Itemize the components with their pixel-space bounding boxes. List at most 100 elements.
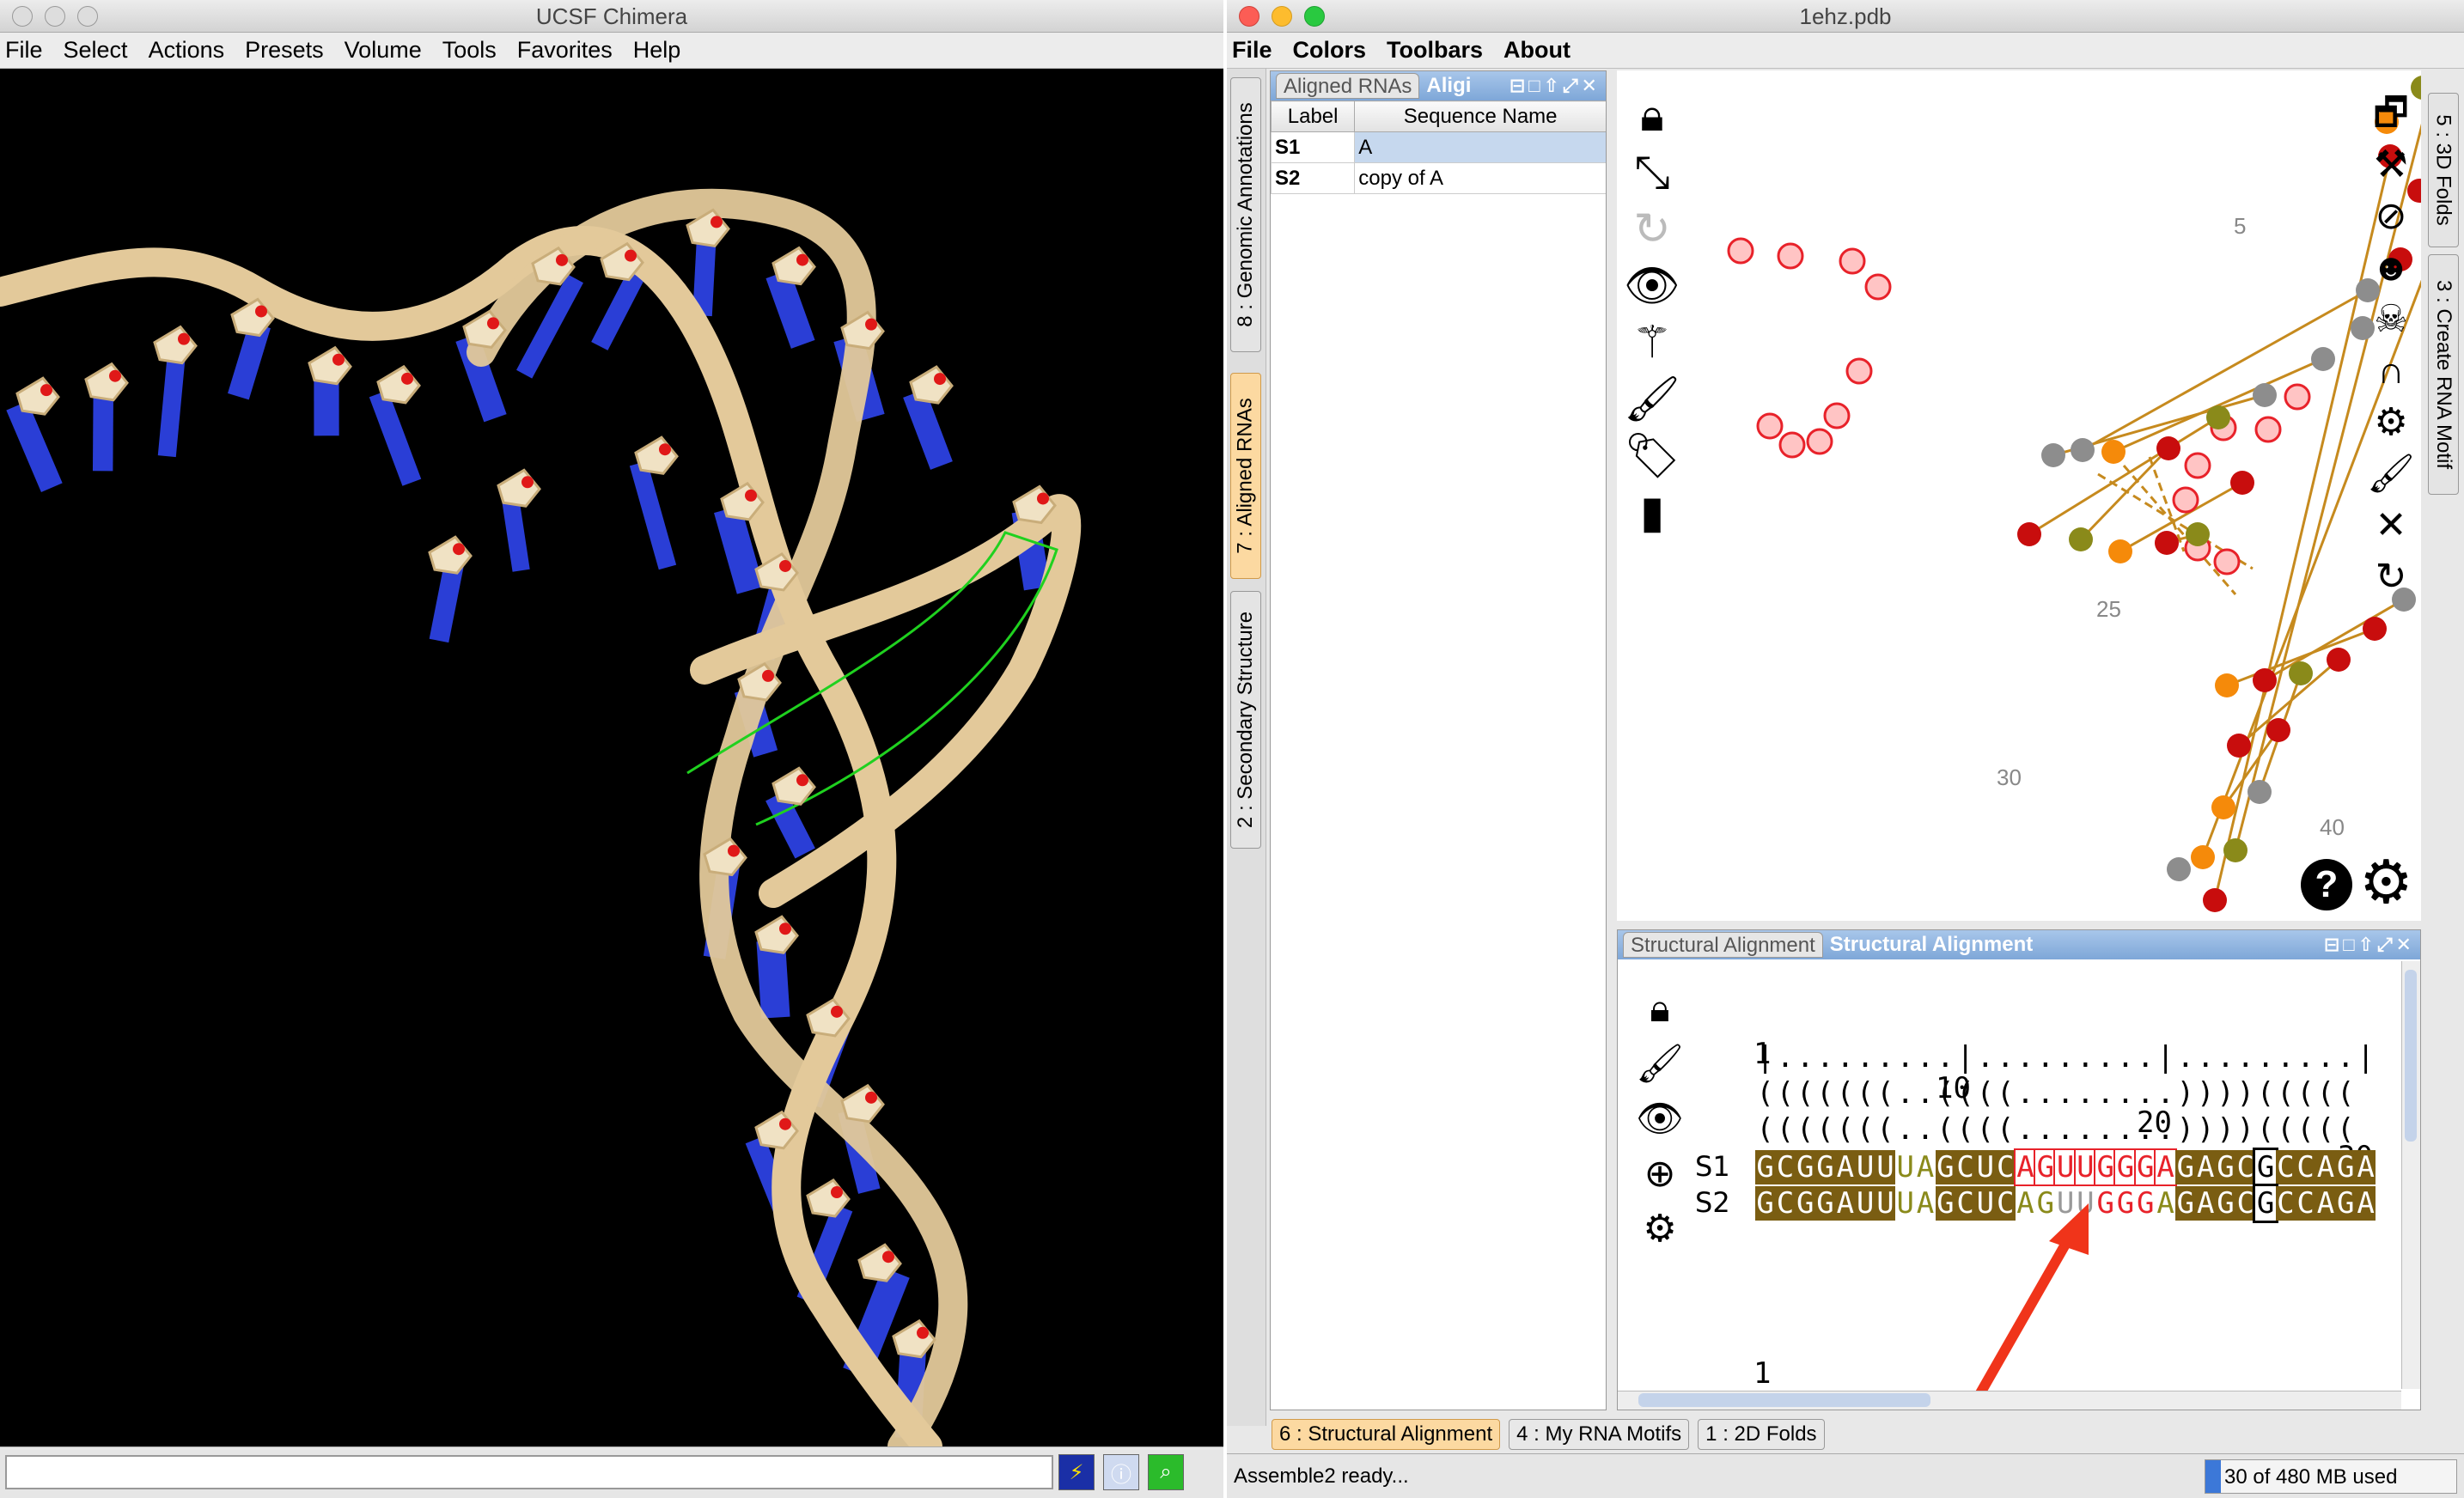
residue-node[interactable] — [2206, 405, 2230, 429]
alignment-cell[interactable]: ( — [1955, 1076, 1975, 1111]
alignment-cell[interactable]: . — [1835, 1040, 1855, 1075]
collapse-icon[interactable]: ✕ — [2361, 500, 2421, 551]
alignment-cell[interactable]: ( — [2255, 1076, 2275, 1111]
alignment-cell[interactable]: . — [1915, 1076, 1935, 1111]
alignment-cell[interactable]: . — [2136, 1076, 2156, 1111]
alignment-cell[interactable]: G — [1795, 1186, 1815, 1221]
alignment-cell[interactable]: C — [1955, 1150, 1976, 1184]
column-header-sequence-name[interactable]: Sequence Name — [1354, 100, 1606, 132]
alignment-cell[interactable]: ( — [1936, 1112, 1955, 1147]
alignment-cell[interactable]: | — [1755, 1040, 1775, 1075]
residue-node[interactable] — [2108, 539, 2132, 563]
tab-structural-alignment[interactable]: 6 : Structural Alignment — [1272, 1419, 1501, 1450]
alignment-cell[interactable]: ( — [2336, 1076, 2356, 1111]
alignment-cell[interactable]: . — [2196, 1040, 2216, 1075]
residue-node[interactable] — [2266, 718, 2290, 742]
search-icon[interactable]: ⌕ — [1148, 1454, 1184, 1490]
chimera-titlebar[interactable]: UCSF Chimera — [0, 0, 1223, 33]
alignment-cell[interactable]: . — [1815, 1040, 1835, 1075]
residue-node[interactable] — [2311, 347, 2335, 371]
residue-node[interactable] — [2253, 383, 2277, 407]
forbidden-icon[interactable]: ⊘ — [2361, 191, 2421, 242]
secondary-structure-canvas[interactable]: 🔒︎ ⤡ ↻ 👁︎ ⚚ 🖌︎ 🏷︎ ▮ 5 10 6 25 30 40 🗗︎ ⚒… — [1617, 70, 2421, 921]
info-icon[interactable]: ⓘ — [1103, 1454, 1139, 1490]
residue-node[interactable] — [2223, 838, 2247, 862]
alignment-cell[interactable]: . — [2216, 1040, 2235, 1075]
zoom-button[interactable] — [77, 6, 98, 27]
close-button[interactable] — [1239, 6, 1259, 27]
residue-node[interactable] — [2363, 617, 2387, 641]
table-row[interactable]: S2 copy of A — [1271, 162, 1606, 194]
menu-file[interactable]: File — [0, 37, 58, 64]
molecule-viewport[interactable] — [0, 69, 1223, 1446]
alignment-cell[interactable]: U — [1895, 1186, 1916, 1221]
alignment-cell[interactable]: G — [2215, 1150, 2236, 1184]
alignment-cell[interactable]: ( — [1755, 1112, 1775, 1147]
alignment-cell[interactable]: . — [1996, 1040, 2016, 1075]
alignment-cell[interactable]: ( — [2315, 1112, 2335, 1147]
menu-about[interactable]: About — [1498, 37, 1586, 64]
alignment-cell[interactable]: U — [2075, 1186, 2096, 1221]
alignment-cell[interactable]: ( — [1775, 1076, 1795, 1111]
alignment-cell[interactable]: G — [1755, 1150, 1776, 1184]
alignment-cell[interactable]: G — [2095, 1186, 2116, 1221]
alignment-cell[interactable]: G — [2335, 1186, 2356, 1221]
alignment-cell[interactable]: ( — [2276, 1112, 2296, 1147]
alignment-cell[interactable]: ( — [1875, 1112, 1895, 1147]
alignment-cell[interactable]: . — [1915, 1040, 1935, 1075]
alignment-cell[interactable]: U — [1855, 1186, 1875, 1221]
hammer-icon[interactable]: ⚒ — [2361, 139, 2421, 191]
alignment-cell[interactable]: ( — [1755, 1076, 1775, 1111]
settings-gear-icon[interactable]: ⚙ — [2359, 852, 2413, 912]
alignment-cell[interactable]: G — [1814, 1150, 1836, 1184]
alignment-cell[interactable]: U — [2073, 1148, 2098, 1186]
vertical-scrollbar[interactable] — [2401, 961, 2420, 1389]
window-icon[interactable]: 🗗︎ — [2361, 88, 2421, 139]
alignment-cell[interactable]: . — [2095, 1040, 2115, 1075]
alignment-cell[interactable]: . — [1855, 1040, 1875, 1075]
alignment-cell[interactable]: . — [2115, 1040, 2135, 1075]
alignment-cell[interactable]: C — [2235, 1150, 2256, 1184]
alignment-cell[interactable]: ( — [1796, 1112, 1815, 1147]
panel-controls-icon[interactable]: ⊟□⇧⤢✕ — [1510, 71, 1601, 100]
alignment-cell[interactable]: ( — [1775, 1112, 1795, 1147]
alignment-cell[interactable]: . — [2016, 1076, 2035, 1111]
close-button[interactable] — [12, 6, 33, 27]
menu-tools[interactable]: Tools — [437, 37, 512, 64]
alignment-cell[interactable]: A — [1915, 1186, 1936, 1221]
alignment-cell[interactable]: A — [2355, 1150, 2376, 1184]
alignment-cell[interactable]: . — [2076, 1112, 2095, 1147]
alignment-cell[interactable]: U — [1855, 1150, 1875, 1184]
alignment-cell[interactable]: ( — [2276, 1076, 2296, 1111]
alignment-cell[interactable]: | — [2156, 1040, 2175, 1075]
alignment-cell[interactable]: U — [1875, 1150, 1896, 1184]
alignment-cell[interactable]: A — [2315, 1150, 2336, 1184]
menu-volume[interactable]: Volume — [339, 37, 437, 64]
alignment-cell[interactable]: G — [2135, 1186, 2156, 1221]
menu-select[interactable]: Select — [58, 37, 143, 64]
alignment-cell[interactable]: . — [1895, 1076, 1915, 1111]
residue-node[interactable] — [2230, 471, 2254, 495]
alignment-cell[interactable]: . — [1915, 1112, 1935, 1147]
alignment-cell[interactable]: ) — [2235, 1112, 2255, 1147]
alignment-cell[interactable]: ) — [2216, 1112, 2235, 1147]
alignment-cell[interactable]: U — [1895, 1150, 1916, 1184]
alignment-cell[interactable]: . — [1975, 1040, 1995, 1075]
alignment-cell[interactable]: . — [2076, 1040, 2095, 1075]
lightning-icon[interactable]: ⚡ — [1058, 1454, 1095, 1490]
gears-icon[interactable]: ⚙ — [2361, 397, 2421, 448]
menu-favorites[interactable]: Favorites — [512, 37, 628, 64]
alignment-cell[interactable]: G — [2175, 1186, 2196, 1221]
alignment-cell[interactable]: G — [1935, 1186, 1955, 1221]
alignment-cell[interactable]: . — [2016, 1112, 2035, 1147]
alignment-cell[interactable]: . — [1775, 1040, 1795, 1075]
smiley-icon[interactable]: ☻ — [2361, 242, 2421, 294]
alignment-cell[interactable]: ( — [1955, 1112, 1975, 1147]
alignment-cell[interactable]: . — [1936, 1040, 1955, 1075]
alignment-cell[interactable]: ( — [1875, 1076, 1895, 1111]
residue-node[interactable] — [2227, 734, 2251, 758]
structural-alignment-tab[interactable]: Structural Alignment — [1623, 932, 1823, 958]
alignment-cell[interactable]: . — [2035, 1040, 2055, 1075]
alignment-cell[interactable]: A — [2195, 1150, 2216, 1184]
residue-node[interactable] — [2327, 648, 2351, 672]
